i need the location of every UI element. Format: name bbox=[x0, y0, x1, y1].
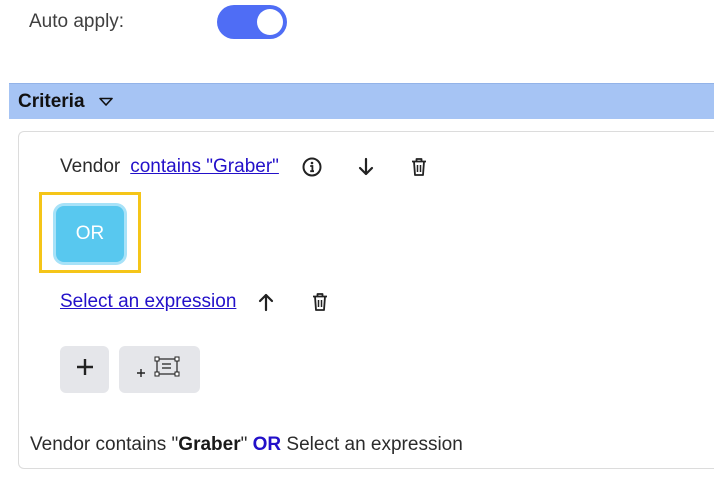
criteria-row: Vendor contains "Graber" bbox=[60, 152, 431, 182]
criteria-summary: Vendor contains "Graber" OR Select an ex… bbox=[30, 434, 463, 456]
arrow-down-icon[interactable] bbox=[354, 155, 378, 179]
auto-apply-row: Auto apply: bbox=[29, 5, 287, 39]
trash-icon[interactable] bbox=[308, 290, 332, 314]
chevron-down-icon[interactable] bbox=[98, 97, 113, 107]
info-icon[interactable] bbox=[300, 155, 324, 179]
field-name: Vendor bbox=[60, 156, 121, 177]
trash-icon[interactable] bbox=[407, 155, 431, 179]
summary-text: Vendor contains " bbox=[30, 434, 179, 455]
add-group-icon bbox=[135, 354, 185, 385]
or-operator-button[interactable]: OR bbox=[56, 206, 124, 262]
summary-text: Select an expression bbox=[281, 434, 463, 455]
arrow-up-icon[interactable] bbox=[254, 290, 278, 314]
add-criterion-button[interactable] bbox=[60, 346, 109, 393]
add-group-button[interactable] bbox=[119, 346, 200, 393]
summary-text: " bbox=[240, 434, 253, 455]
plus-icon bbox=[75, 357, 95, 382]
criteria-panel: Vendor contains "Graber" OR Select an ex… bbox=[18, 131, 714, 469]
summary-operator: OR bbox=[252, 434, 282, 455]
auto-apply-toggle[interactable] bbox=[217, 5, 287, 39]
criteria-title: Criteria bbox=[18, 90, 85, 112]
criteria-row: Select an expression bbox=[60, 287, 332, 317]
select-expression-link[interactable]: Select an expression bbox=[60, 291, 236, 313]
auto-apply-label: Auto apply: bbox=[29, 11, 125, 32]
toggle-knob bbox=[257, 9, 283, 35]
criteria-editor: Auto apply: Criteria Vendor contains "Gr… bbox=[0, 0, 714, 489]
expression-link[interactable]: contains "Graber" bbox=[130, 156, 279, 178]
criteria-header[interactable]: Criteria bbox=[9, 83, 714, 119]
summary-value: Graber bbox=[178, 434, 241, 455]
